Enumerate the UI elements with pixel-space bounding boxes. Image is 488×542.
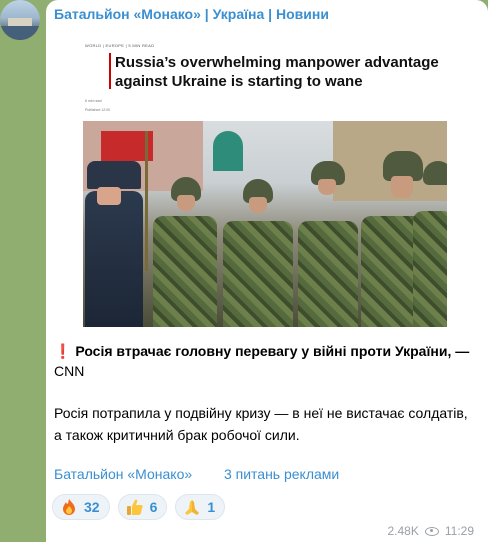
message-bubble: Батальйон «Монако» | Україна | Новини WO… (46, 0, 488, 542)
reaction-fire[interactable]: 32 (52, 494, 110, 520)
ad-questions-link[interactable]: 3 питань реклами (224, 466, 339, 482)
reaction-praying-hands[interactable]: 1 (175, 494, 226, 520)
article-byline: 6 min read (85, 99, 102, 103)
headline-accent-bar (109, 53, 111, 89)
article-breadcrumb: WORLD | EUROPE | 5 MIN READ (85, 43, 155, 48)
message-source: CNN (54, 363, 85, 379)
praying-hands-icon (183, 498, 201, 516)
article-screenshot-image[interactable]: WORLD | EUROPE | 5 MIN READ Russia’s ove… (83, 31, 447, 327)
message-headline-line: ❗ Росія втрачає головну перевагу у війні… (54, 340, 480, 362)
article-date: Published 12:00 (85, 108, 111, 112)
reactions-bar: 32 6 1 (52, 494, 226, 520)
message-links: Батальйон «Монако» 3 питань реклами (54, 466, 339, 482)
message-meta: 2.48K 11:29 (388, 524, 475, 538)
message-paragraph-line-1: Росія потрапила у подвійну кризу — в неї… (54, 405, 468, 421)
channel-name[interactable]: Батальйон «Монако» | Україна | Новини (54, 6, 329, 22)
reaction-thumbs-up[interactable]: 6 (117, 494, 168, 520)
view-count: 2.48K (387, 524, 419, 538)
reaction-count: 1 (207, 499, 216, 515)
reaction-count: 32 (84, 499, 100, 515)
exclamation-icon: ❗ (54, 343, 72, 359)
reaction-count: 6 (149, 499, 158, 515)
article-headline: Russia’s overwhelming manpower advantage… (115, 54, 439, 90)
channel-link[interactable]: Батальйон «Монако» (54, 466, 192, 482)
message-headline-text: Росія втрачає головну перевагу у війні п… (75, 343, 470, 359)
eye-icon (424, 526, 439, 536)
fire-icon (60, 498, 78, 516)
channel-avatar[interactable] (0, 0, 40, 40)
soldiers-photo (83, 121, 447, 327)
message-time: 11:29 (444, 524, 474, 538)
thumbs-up-icon (126, 498, 144, 516)
message-paragraph-line-2: а також критичний брак робочої сили. (54, 427, 300, 443)
